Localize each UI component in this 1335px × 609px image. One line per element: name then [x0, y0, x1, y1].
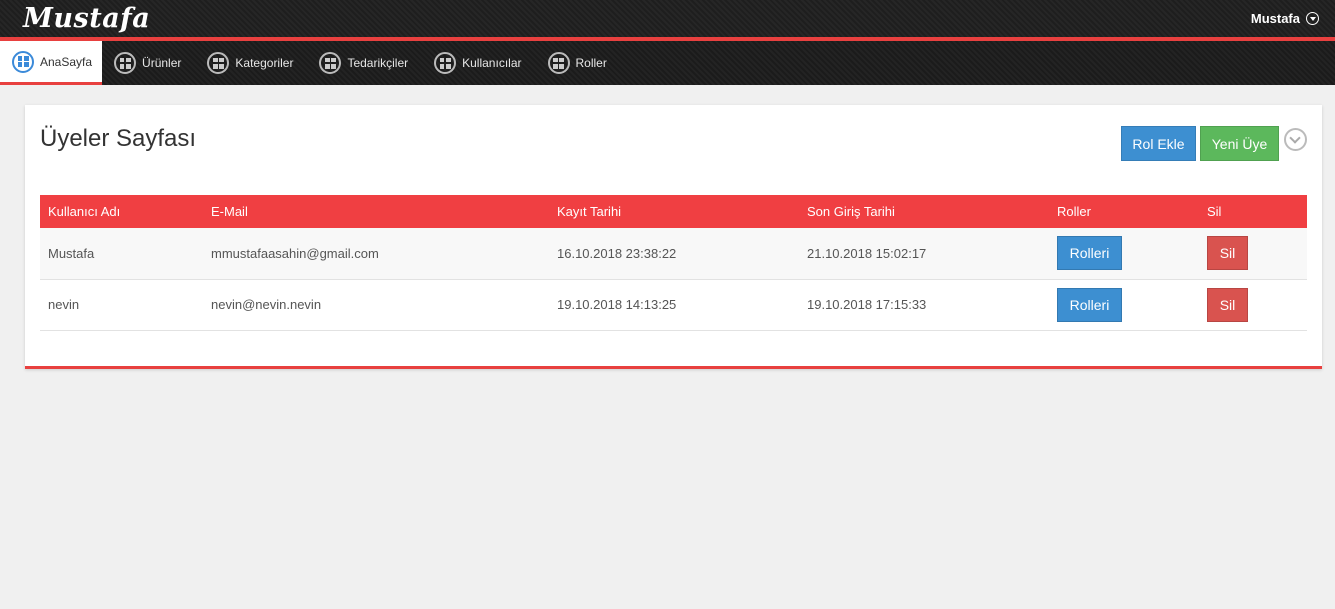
new-member-button[interactable]: Yeni Üye: [1200, 126, 1279, 161]
app-logo[interactable]: Mustafa: [23, 3, 150, 34]
column-header-registered: Kayıt Tarihi: [557, 204, 622, 219]
grid-icon: [114, 52, 137, 74]
nav-item-label: Roller: [575, 56, 607, 70]
members-table: Kullanıcı Adı E-Mail Kayıt Tarihi Son Gi…: [40, 195, 1307, 331]
cell-roles: Rolleri: [1049, 228, 1199, 279]
column-header-username: Kullanıcı Adı: [48, 204, 121, 219]
grid-icon: [12, 50, 34, 73]
cell-registered: 19.10.2018 14:13:25: [557, 297, 677, 312]
delete-button[interactable]: Sil: [1207, 236, 1248, 271]
cell-roles: Rolleri: [1049, 279, 1199, 330]
chevron-down-icon: [1306, 12, 1319, 25]
table-row: nevin nevin@nevin.nevin 19.10.2018 14:13…: [40, 279, 1307, 330]
cell-email: nevin@nevin.nevin: [211, 297, 322, 312]
cell-delete: Sil: [1199, 279, 1307, 330]
nav-item-kullanicilar[interactable]: Kullanıcılar: [422, 41, 535, 85]
nav-item-label: AnaSayfa: [40, 54, 93, 69]
user-menu[interactable]: Mustafa: [1251, 11, 1319, 26]
grid-icon: [207, 52, 230, 74]
table-header-row: Kullanıcı Adı E-Mail Kayıt Tarihi Son Gi…: [40, 195, 1307, 228]
grid-icon: [319, 52, 342, 74]
column-header-roles: Roller: [1057, 204, 1091, 219]
cell-last-login: 21.10.2018 15:02:17: [807, 245, 927, 261]
cell-username: nevin: [48, 297, 80, 312]
delete-button[interactable]: Sil: [1207, 287, 1248, 322]
main-nav: AnaSayfa Ürünler Kategoriler Tedarikçile…: [0, 41, 1335, 85]
user-name: Mustafa: [1250, 11, 1300, 26]
grid-icon: [547, 52, 570, 74]
collapse-chevron-icon[interactable]: [1284, 128, 1307, 151]
nav-item-roller[interactable]: Roller: [536, 41, 621, 85]
cell-delete: Sil: [1199, 228, 1307, 279]
roles-button[interactable]: Rolleri: [1057, 287, 1122, 322]
nav-item-kategoriler[interactable]: Kategoriler: [195, 41, 307, 85]
cell-username: Mustafa: [48, 245, 95, 261]
nav-item-label: Ürünler: [142, 56, 182, 70]
add-role-button[interactable]: Rol Ekle: [1121, 126, 1196, 161]
nav-item-tedarikciler[interactable]: Tedarikçiler: [307, 41, 422, 85]
nav-item-anasayfa[interactable]: AnaSayfa: [0, 41, 103, 85]
nav-item-urunler[interactable]: Ürünler: [102, 41, 195, 85]
nav-item-label: Tedarikçiler: [347, 56, 409, 70]
table-row: Mustafa mmustafaasahin@gmail.com 16.10.2…: [40, 228, 1307, 279]
cell-email: mmustafaasahin@gmail.com: [211, 245, 379, 261]
column-header-last-login: Son Giriş Tarihi: [807, 204, 895, 219]
nav-item-label: Kategoriler: [235, 56, 294, 70]
cell-registered: 16.10.2018 23:38:22: [557, 245, 677, 261]
nav-item-label: Kullanıcılar: [462, 56, 522, 70]
top-header: Mustafa Mustafa: [0, 0, 1335, 41]
roles-button[interactable]: Rolleri: [1057, 236, 1122, 271]
page-title: Üyeler Sayfası: [40, 125, 197, 152]
grid-icon: [434, 52, 457, 74]
column-header-delete: Sil: [1207, 204, 1222, 219]
cell-last-login: 19.10.2018 17:15:33: [807, 297, 927, 312]
column-header-email: E-Mail: [211, 204, 248, 219]
members-panel: Üyeler Sayfası Rol Ekle Yeni Üye Kullanı…: [25, 105, 1322, 369]
